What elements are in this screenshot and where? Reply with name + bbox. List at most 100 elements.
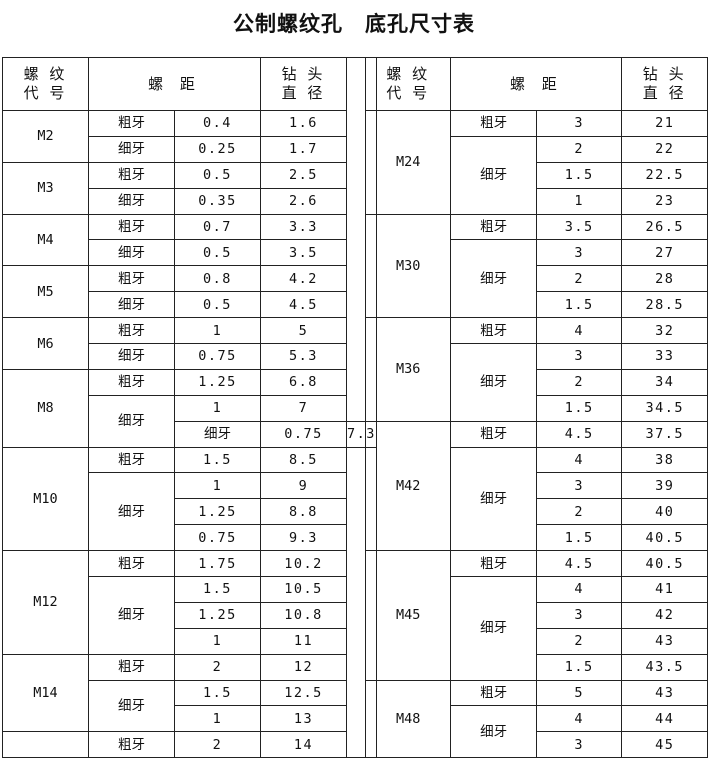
drill-diameter-cell: 3.3 — [260, 213, 347, 241]
thread-type-cell: 粗牙 — [88, 653, 175, 681]
pitch-cell: 1.25 — [174, 368, 261, 396]
table-row: M6 粗牙 1 5 — [2, 317, 377, 370]
thread-type-cell: 粗牙 — [88, 110, 175, 137]
header-row: 螺 纹 代 号螺 距钻 头 直 径 — [364, 57, 708, 111]
pitch-cell: 1.5 — [535, 653, 623, 681]
thread-type-cell: 粗牙 — [88, 265, 175, 293]
drill-diameter-cell: 4.5 — [260, 291, 347, 319]
pitch-cell: 1.25 — [174, 498, 261, 526]
header-pitch: 螺 距 — [88, 57, 261, 111]
thread-type-cell: 粗牙 — [450, 550, 537, 578]
drill-diameter-cell: 8.5 — [260, 446, 347, 474]
pitch-cell: 2 — [174, 653, 261, 681]
drill-diameter-cell: 44 — [621, 705, 708, 733]
pitch-cell: 0.25 — [174, 135, 261, 163]
drill-diameter-cell: 28 — [621, 265, 708, 293]
thread-code-cell: M14 — [2, 653, 89, 733]
thread-type-cell: 粗牙 — [88, 213, 175, 241]
drill-diameter-cell: 5.3 — [260, 343, 347, 370]
thread-code-cell: M10 — [2, 446, 89, 552]
thread-table-left: 螺 纹 代 号螺 距钻 头 直 径 M2 粗牙 0.4 1.6 细牙 0.25 1.7 M3 粗牙… — [2, 57, 377, 758]
drill-diameter-cell: 4.2 — [260, 265, 347, 293]
thread-type-cell: 粗牙 — [88, 317, 175, 345]
pitch-cell: 1.5 — [535, 524, 623, 552]
drill-diameter-cell: 9 — [260, 472, 347, 500]
thread-type-cell: 粗牙 — [450, 420, 537, 448]
table-row: M10 粗牙 1.5 8.5 — [2, 446, 377, 552]
table-row: M30 粗牙 3.5 26.5 — [364, 213, 708, 319]
thread-type-cell: 细牙 — [450, 446, 537, 552]
pitch-cell: 2 — [174, 731, 261, 758]
drill-diameter-cell: 23 — [621, 187, 708, 215]
pitch-cell: 2 — [535, 368, 623, 396]
drill-diameter-cell: 43.5 — [621, 653, 708, 681]
drill-diameter-cell: 40.5 — [621, 550, 708, 578]
table-row: M45 粗牙 4.5 40.5 — [364, 550, 708, 681]
thread-code-cell: M6 — [2, 317, 89, 370]
drill-diameter-cell: 14 — [260, 731, 347, 758]
table-row: M4 粗牙 0.7 3.3 — [2, 213, 377, 267]
drill-diameter-cell: 40.5 — [621, 524, 708, 552]
pitch-cell: 0.5 — [174, 161, 261, 189]
thread-type-cell: 细牙 — [88, 394, 175, 448]
thread-type-cell: 细牙 — [450, 343, 537, 422]
table-row: 粗牙 2 14 — [2, 731, 377, 758]
header-drill-diameter: 钻 头 直 径 — [260, 57, 347, 111]
thread-type-cell: 粗牙 — [88, 161, 175, 189]
drill-diameter-cell: 10.5 — [260, 576, 347, 603]
table-row: M24 粗牙 3 21 — [364, 110, 708, 215]
pitch-cell: 2 — [535, 498, 623, 526]
thread-type-cell: 细牙 — [88, 135, 175, 163]
thread-type-cell: 细牙 — [88, 291, 175, 319]
page-title: 公制螺纹孔 底孔尺寸表 — [233, 12, 475, 36]
thread-type-cell: 细牙 — [450, 705, 537, 758]
pitch-cell: 0.5 — [174, 239, 261, 267]
pitch-cell: 4 — [535, 446, 623, 474]
pitch-cell: 4 — [535, 576, 623, 603]
drill-diameter-cell: 21 — [621, 110, 708, 137]
pitch-cell: 4 — [535, 317, 623, 345]
drill-diameter-cell: 12 — [260, 653, 347, 681]
pitch-cell: 4.5 — [535, 420, 623, 448]
table-row: M8 粗牙 1.25 6.8 — [2, 368, 377, 448]
thread-code-cell: M4 — [2, 213, 89, 267]
thread-type-cell: 细牙 — [88, 343, 175, 370]
drill-diameter-cell: 1.7 — [260, 135, 347, 163]
thread-type-cell: 粗牙 — [450, 110, 537, 137]
drill-diameter-cell: 22.5 — [621, 161, 708, 189]
table-row: M5 粗牙 0.8 4.2 — [2, 265, 377, 319]
thread-type-cell: 细牙 — [88, 239, 175, 267]
pitch-cell: 1 — [174, 705, 261, 733]
pitch-cell: 2 — [535, 627, 623, 655]
pitch-cell: 3 — [535, 239, 623, 267]
pitch-cell: 0.7 — [174, 213, 261, 241]
drill-diameter-cell: 10.8 — [260, 601, 347, 629]
thread-type-cell: 细牙 — [88, 187, 175, 215]
drill-diameter-cell: 10.2 — [260, 550, 347, 578]
thread-type-cell: 细牙 — [88, 472, 175, 552]
pitch-cell: 0.35 — [174, 187, 261, 215]
thread-code-cell: M5 — [2, 265, 89, 319]
thread-code-cell: M12 — [2, 550, 89, 655]
drill-diameter-cell: 22 — [621, 135, 708, 163]
pitch-cell: 0.75 — [174, 524, 261, 552]
pitch-cell: 3 — [535, 731, 623, 758]
drill-diameter-cell: 8.8 — [260, 498, 347, 526]
drill-diameter-cell: 41 — [621, 576, 708, 603]
right-table-body: 螺 纹 代 号螺 距钻 头 直 径 M24 粗牙 3 21 细牙 2 22 1.5 22.5 1 23… — [364, 57, 708, 758]
drill-diameter-cell: 27 — [621, 239, 708, 267]
pitch-cell: 0.75 — [260, 420, 347, 448]
left-thread-table: 螺 纹 代 号螺 距钻 头 直 径 M2 粗牙 0.4 1.6 细牙 0.25 1.7 M3 粗牙… — [2, 57, 377, 758]
pitch-cell: 0.8 — [174, 265, 261, 293]
drill-diameter-cell: 38 — [621, 446, 708, 474]
right-thread-table: 螺 纹 代 号螺 距钻 头 直 径 M24 粗牙 3 21 细牙 2 22 1.5 22.5 1 23… — [364, 57, 708, 758]
drill-diameter-cell: 42 — [621, 601, 708, 629]
thread-type-cell: 粗牙 — [88, 550, 175, 578]
thread-type-cell: 粗牙 — [88, 731, 175, 758]
drill-diameter-cell: 40 — [621, 498, 708, 526]
table-row: M12 粗牙 1.75 10.2 — [2, 550, 377, 655]
header-row: 螺 纹 代 号螺 距钻 头 直 径 — [2, 57, 377, 111]
drill-diameter-cell: 26.5 — [621, 213, 708, 241]
pitch-cell: 5 — [535, 679, 623, 707]
table-row: M14 粗牙 2 12 — [2, 653, 377, 733]
